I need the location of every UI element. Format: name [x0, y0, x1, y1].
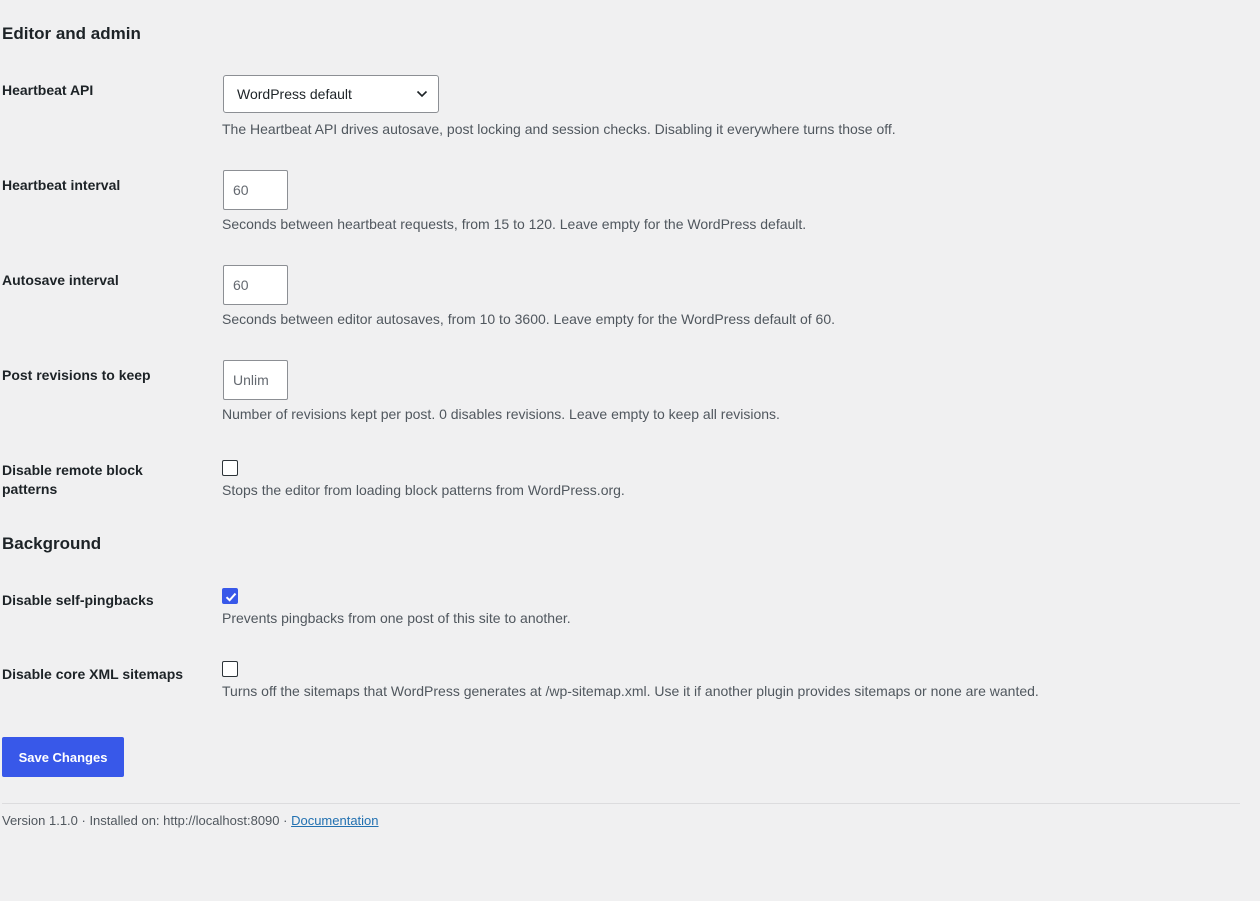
checkmark-icon: [225, 592, 237, 602]
heartbeat-interval-input[interactable]: [223, 170, 288, 210]
xml-sitemaps-checkbox[interactable]: [222, 661, 238, 677]
post-revisions-input[interactable]: [223, 360, 288, 400]
documentation-link[interactable]: Documentation: [291, 813, 378, 828]
heartbeat-api-select[interactable]: WordPress default: [223, 75, 439, 113]
remote-block-patterns-description: Stops the editor from loading block patt…: [222, 482, 625, 498]
heartbeat-api-label: Heartbeat API: [2, 82, 94, 98]
post-revisions-label: Post revisions to keep: [2, 367, 151, 383]
heartbeat-api-description: The Heartbeat API drives autosave, post …: [222, 121, 896, 137]
xml-sitemaps-description: Turns off the sitemaps that WordPress ge…: [222, 683, 1039, 699]
self-pingbacks-label: Disable self-pingbacks: [2, 592, 154, 608]
settings-page: Editor and admin Heartbeat API WordPress…: [0, 0, 1260, 901]
autosave-interval-input[interactable]: [223, 265, 288, 305]
remote-block-patterns-label: Disable remote block patterns: [2, 462, 143, 497]
section-title-background: Background: [2, 534, 102, 553]
self-pingbacks-checkbox[interactable]: [222, 588, 238, 604]
xml-sitemaps-label: Disable core XML sitemaps: [2, 666, 184, 682]
footer-info: Version 1.1.0 · Installed on: http://loc…: [2, 813, 379, 828]
chevron-down-icon: [416, 90, 428, 98]
heartbeat-interval-description: Seconds between heartbeat requests, from…: [222, 216, 807, 232]
post-revisions-description: Number of revisions kept per post. 0 dis…: [222, 406, 780, 422]
section-title-editor-admin: Editor and admin: [2, 24, 141, 43]
autosave-interval-description: Seconds between editor autosaves, from 1…: [222, 311, 835, 327]
footer-divider: [2, 803, 1240, 804]
self-pingbacks-description: Prevents pingbacks from one post of this…: [222, 610, 571, 626]
save-changes-button[interactable]: Save Changes: [2, 737, 124, 777]
heartbeat-api-selected-value: WordPress default: [237, 86, 352, 102]
autosave-interval-label: Autosave interval: [2, 272, 119, 288]
heartbeat-interval-label: Heartbeat interval: [2, 177, 121, 193]
remote-block-patterns-checkbox[interactable]: [222, 460, 238, 476]
footer-version-text: Version 1.1.0 · Installed on: http://loc…: [2, 813, 292, 828]
